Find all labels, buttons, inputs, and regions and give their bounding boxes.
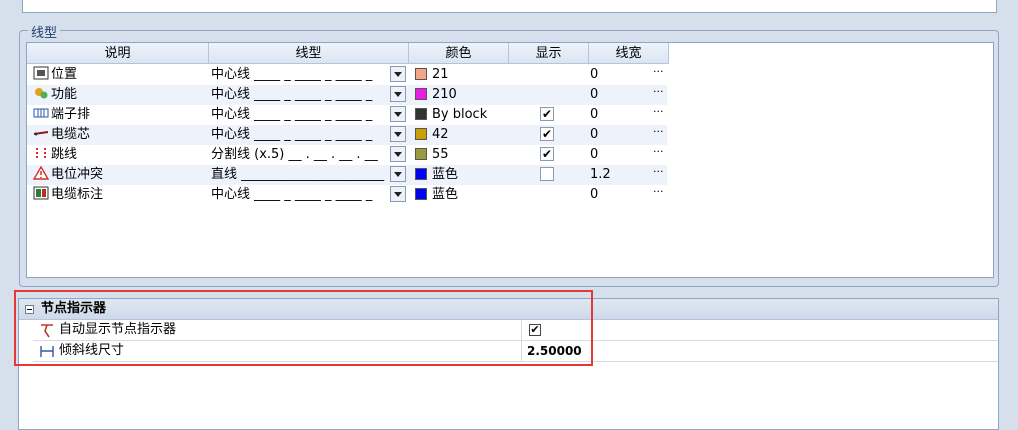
table-row[interactable]: 位置 中心线 ____ _ ____ _ ____ _ 21 0 ···	[27, 65, 667, 85]
more-button[interactable]: ···	[653, 105, 665, 125]
chevron-down-icon[interactable]	[390, 146, 406, 162]
more-button[interactable]: ···	[653, 85, 665, 105]
more-button[interactable]: ···	[653, 125, 665, 145]
show-checkbox[interactable]: ✔	[540, 107, 554, 121]
terminal-strip-icon	[33, 108, 49, 118]
row-description-text: 电缆标注	[51, 187, 104, 202]
row-description: 电缆标注	[33, 185, 209, 205]
linetype-group-title: 线型	[28, 22, 61, 41]
cable-tag-icon	[33, 186, 49, 200]
color-label[interactable]: 42	[432, 125, 512, 145]
linetype-value[interactable]: 中心线 ____ _ ____ _ ____ _	[211, 185, 389, 205]
column-header-linewidth[interactable]: 线宽	[589, 43, 669, 64]
row-description-text: 功能	[51, 87, 78, 102]
row-description: 电缆芯	[33, 125, 209, 145]
color-swatch[interactable]	[415, 148, 427, 160]
show-checkbox[interactable]: ✔	[540, 147, 554, 161]
color-swatch[interactable]	[415, 188, 427, 200]
row-description: 跳线	[33, 145, 209, 165]
row-description-text: 端子排	[51, 107, 91, 122]
color-swatch[interactable]	[415, 68, 427, 80]
linewidth-value[interactable]: 0	[590, 85, 630, 105]
linetype-value[interactable]: 分割线 (x.5) __ . __ . __ . __	[211, 145, 389, 165]
chevron-down-icon[interactable]	[390, 186, 406, 202]
linewidth-value[interactable]: 0	[590, 125, 630, 145]
linetype-grid[interactable]: 说明 线型 颜色 显示 线宽 位置中心线 ____ _ ____ _ ____ …	[26, 42, 994, 278]
show-checkbox[interactable]	[540, 167, 554, 181]
linetype-value[interactable]: 中心线 ____ _ ____ _ ____ _	[211, 125, 389, 145]
column-header-description[interactable]: 说明	[27, 43, 209, 64]
color-label[interactable]: 蓝色	[432, 185, 512, 205]
table-row[interactable]: 功能 中心线 ____ _ ____ _ ____ _ 210 0 ···	[27, 85, 667, 105]
chevron-down-icon[interactable]	[390, 166, 406, 182]
table-row[interactable]: 跳线 分割线 (x.5) __ . __ . __ . __ 55 ✔ 0 ···	[27, 145, 667, 165]
column-header-color[interactable]: 颜色	[409, 43, 509, 64]
linewidth-value[interactable]: 0	[590, 185, 630, 205]
row-description: 位置	[33, 65, 209, 85]
cable-core-icon	[33, 131, 49, 136]
chevron-down-icon[interactable]	[390, 66, 406, 82]
linewidth-value[interactable]: 0	[590, 145, 630, 165]
show-checkbox[interactable]: ✔	[540, 127, 554, 141]
row-description-text: 位置	[51, 67, 78, 82]
chevron-down-icon[interactable]	[390, 86, 406, 102]
linetype-value[interactable]: 中心线 ____ _ ____ _ ____ _	[211, 65, 389, 85]
potential-conflict-icon	[33, 166, 49, 180]
color-swatch[interactable]	[415, 88, 427, 100]
row-description-text: 电缆芯	[51, 127, 91, 142]
row-description: 端子排	[33, 105, 209, 125]
jumper-icon	[36, 148, 46, 158]
linewidth-value[interactable]: 0	[590, 105, 630, 125]
linetype-value[interactable]: 直线 ______________________	[211, 165, 389, 185]
color-swatch[interactable]	[415, 168, 427, 180]
more-button[interactable]: ···	[653, 165, 665, 185]
row-description: 功能	[33, 85, 209, 105]
color-label[interactable]: 21	[432, 65, 512, 85]
linetype-value[interactable]: 中心线 ____ _ ____ _ ____ _	[211, 105, 389, 125]
color-label[interactable]: 蓝色	[432, 165, 512, 185]
row-description: 电位冲突	[33, 165, 209, 185]
table-row[interactable]: 端子排 中心线 ____ _ ____ _ ____ _ By block ✔ 0 ···	[27, 105, 667, 125]
more-button[interactable]: ···	[653, 65, 665, 85]
row-description-text: 电位冲突	[51, 167, 104, 182]
linetype-value[interactable]: 中心线 ____ _ ____ _ ____ _	[211, 85, 389, 105]
table-row[interactable]: 电缆芯 中心线 ____ _ ____ _ ____ _ 42 ✔ 0 ···	[27, 125, 667, 145]
linewidth-value[interactable]: 1.2	[590, 165, 630, 185]
chevron-down-icon[interactable]	[390, 106, 406, 122]
color-swatch[interactable]	[415, 108, 427, 120]
table-row[interactable]: 电位冲突 直线 ______________________ 蓝色 1.2 ···	[27, 165, 667, 185]
color-label[interactable]: 210	[432, 85, 512, 105]
table-row[interactable]: 电缆标注 中心线 ____ _ ____ _ ____ _ 蓝色 0 ···	[27, 185, 667, 205]
column-header-show[interactable]: 显示	[509, 43, 589, 64]
color-label[interactable]: 55	[432, 145, 512, 165]
chevron-down-icon[interactable]	[390, 126, 406, 142]
column-header-linetype[interactable]: 线型	[209, 43, 409, 64]
more-button[interactable]: ···	[653, 185, 665, 205]
more-button[interactable]: ···	[653, 145, 665, 165]
highlight-box	[14, 290, 593, 366]
location-icon	[33, 66, 49, 80]
color-swatch[interactable]	[415, 128, 427, 140]
function-icon	[35, 88, 48, 99]
color-label[interactable]: By block	[432, 105, 512, 125]
top-panel-remnant	[22, 0, 997, 13]
row-description-text: 跳线	[51, 147, 78, 162]
linewidth-value[interactable]: 0	[590, 65, 630, 85]
